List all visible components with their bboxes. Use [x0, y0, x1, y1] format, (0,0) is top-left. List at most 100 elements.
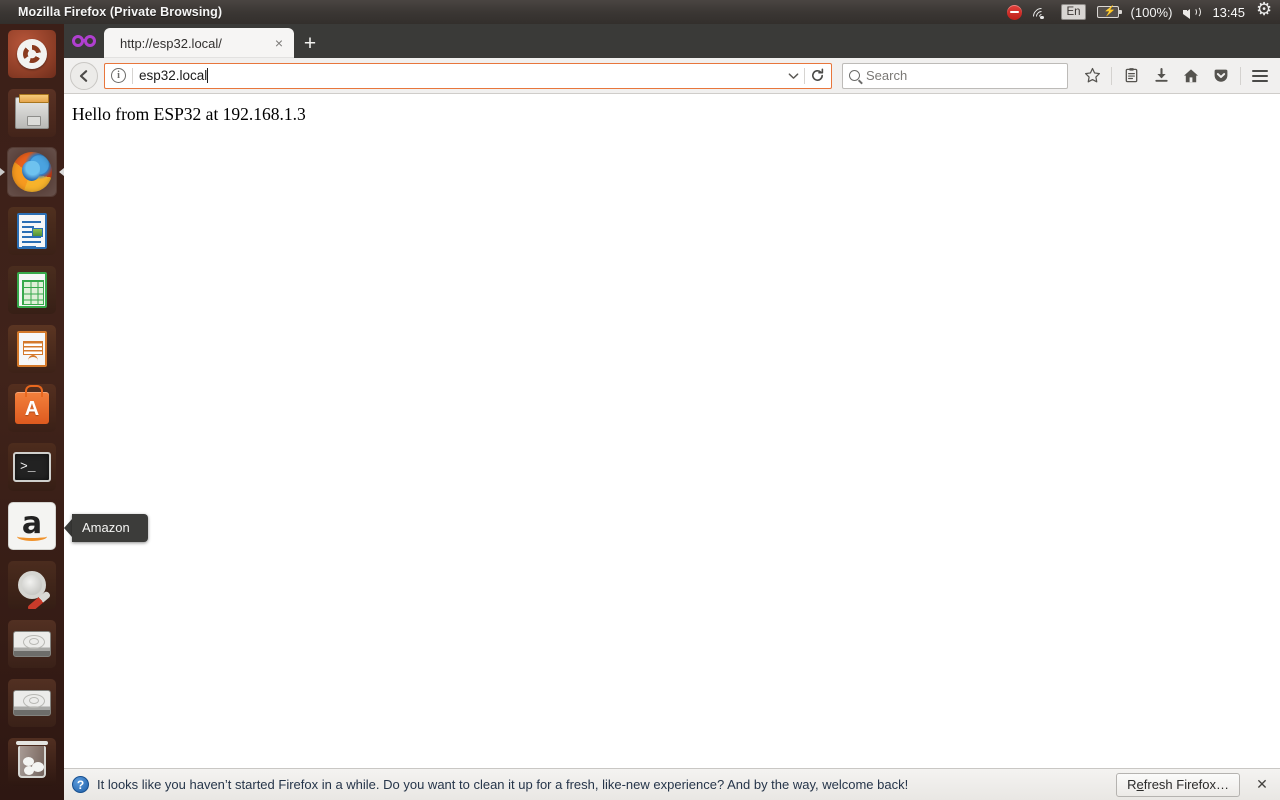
new-tab-button[interactable]: + [294, 28, 326, 58]
notification-close-button[interactable]: ✕ [1252, 775, 1272, 795]
tab-strip: http://esp32.local/ × + [64, 24, 1280, 58]
help-question-icon: ? [72, 776, 89, 793]
window-title: Mozilla Firefox (Private Browsing) [18, 5, 223, 19]
ubuntu-logo-icon [8, 29, 56, 78]
launcher-tooltip: Amazon [64, 514, 148, 542]
refresh-button-suffix: fresh Firefox… [1143, 777, 1229, 792]
battery-percent-label: (100%) [1130, 4, 1173, 20]
launcher-item-files[interactable] [0, 83, 64, 142]
search-icon [849, 70, 860, 81]
running-indicator-left [0, 167, 5, 176]
toolbar-button-group [1078, 62, 1274, 90]
focused-indicator-right [59, 167, 64, 176]
reload-button[interactable] [805, 64, 829, 88]
tooltip-label: Amazon [72, 514, 148, 542]
toolbar-separator [1240, 66, 1241, 85]
amazon-icon: a [8, 501, 56, 550]
system-settings-icon [8, 560, 56, 609]
launcher-item-libreoffice-impress[interactable] [0, 319, 64, 378]
firefox-window: http://esp32.local/ × + i esp32.local Se… [64, 24, 1280, 800]
disk-drive-icon [8, 678, 56, 727]
back-button[interactable] [70, 61, 98, 90]
launcher-item-libreoffice-calc[interactable] [0, 260, 64, 319]
refresh-button-prefix: R [1127, 777, 1137, 792]
refresh-firefox-button[interactable]: Re fresh Firefox… [1116, 772, 1240, 797]
notification-bar: ? It looks like you haven’t started Fire… [64, 768, 1280, 800]
home-icon [1184, 68, 1198, 82]
launcher-item-ubuntu-dash[interactable] [0, 24, 64, 83]
files-cabinet-icon [8, 88, 56, 137]
home-button[interactable] [1177, 62, 1205, 90]
library-button[interactable] [1117, 62, 1145, 90]
launcher-item-disk-1[interactable] [0, 614, 64, 673]
battery-indicator[interactable]: ⚡ (100%) [1096, 0, 1173, 24]
private-browsing-indicator [64, 24, 104, 58]
page-content-area: Hello from ESP32 at 192.168.1.3 [64, 94, 1280, 768]
tab-title: http://esp32.local/ [120, 35, 222, 51]
disk-drive-icon [8, 619, 56, 668]
libreoffice-writer-icon [8, 206, 56, 255]
keyboard-indicator[interactable]: En [1061, 0, 1086, 24]
refresh-button-accesskey: e [1136, 777, 1144, 792]
downloads-button[interactable] [1147, 62, 1175, 90]
software-center-badge: A [24, 398, 40, 420]
terminal-icon: >_ [8, 442, 56, 491]
launcher-item-trash[interactable] [0, 732, 64, 791]
terminal-prompt-label: >_ [13, 451, 51, 482]
url-separator [132, 67, 133, 84]
search-input[interactable]: Search [866, 68, 907, 83]
do-not-disturb-indicator[interactable] [1007, 0, 1023, 24]
launcher-item-system-settings[interactable] [0, 555, 64, 614]
firefox-icon [8, 147, 56, 196]
browser-tab[interactable]: http://esp32.local/ × [104, 28, 294, 58]
launcher-item-ubuntu-software[interactable]: A [0, 378, 64, 437]
libreoffice-impress-icon [8, 324, 56, 373]
url-value: esp32.local [139, 68, 208, 83]
clock-label: 13:45 [1212, 4, 1245, 20]
bookmark-star-button[interactable] [1078, 62, 1106, 90]
unity-top-panel: Mozilla Firefox (Private Browsing) En ⚡ … [0, 0, 1280, 29]
private-browsing-mask-icon [72, 35, 96, 47]
launcher-item-libreoffice-writer[interactable] [0, 201, 64, 260]
libreoffice-calc-icon [8, 265, 56, 314]
wifi-icon [1029, 3, 1054, 29]
pocket-button[interactable] [1207, 62, 1235, 90]
unity-launcher: A >_ a [0, 24, 64, 800]
launcher-item-disk-2[interactable] [0, 673, 64, 732]
launcher-item-firefox[interactable] [0, 142, 64, 201]
menu-button[interactable] [1246, 62, 1274, 90]
session-menu[interactable] [1256, 0, 1272, 24]
volume-icon [1183, 5, 1202, 19]
navigation-toolbar: i esp32.local Search [64, 58, 1280, 94]
pocket-icon [1214, 69, 1228, 82]
downloads-icon [1154, 68, 1168, 82]
network-indicator[interactable] [1029, 0, 1054, 29]
trash-icon [8, 737, 56, 786]
tooltip-arrow-icon [64, 519, 72, 537]
menu-hamburger-icon [1252, 69, 1268, 82]
do-not-disturb-icon [1007, 4, 1023, 20]
text-caret [207, 68, 209, 83]
tab-close-icon[interactable]: × [270, 34, 288, 52]
launcher-item-amazon[interactable]: a [0, 496, 64, 555]
session-gear-icon [1256, 0, 1272, 20]
reload-icon [811, 68, 823, 81]
chevron-down-icon [788, 72, 798, 79]
identity-info-icon[interactable]: i [111, 68, 126, 83]
launcher-item-terminal[interactable]: >_ [0, 437, 64, 496]
panel-indicator-area: En ⚡ (100%) 13:45 [1007, 0, 1280, 29]
keyboard-layout-label: En [1061, 4, 1086, 20]
page-body-text: Hello from ESP32 at 192.168.1.3 [72, 104, 306, 124]
clock-indicator[interactable]: 13:45 [1212, 0, 1245, 24]
volume-indicator[interactable] [1183, 0, 1202, 24]
toolbar-separator [1111, 66, 1112, 85]
ubuntu-software-icon: A [8, 383, 56, 432]
library-icon [1125, 68, 1137, 83]
history-dropdown-icon[interactable] [782, 64, 804, 88]
url-input[interactable]: esp32.local [139, 68, 782, 83]
bookmark-star-icon [1084, 67, 1100, 83]
search-bar[interactable]: Search [842, 62, 1068, 89]
back-arrow-icon [79, 69, 88, 82]
url-bar[interactable]: i esp32.local [104, 62, 832, 89]
battery-icon: ⚡ [1096, 6, 1122, 18]
